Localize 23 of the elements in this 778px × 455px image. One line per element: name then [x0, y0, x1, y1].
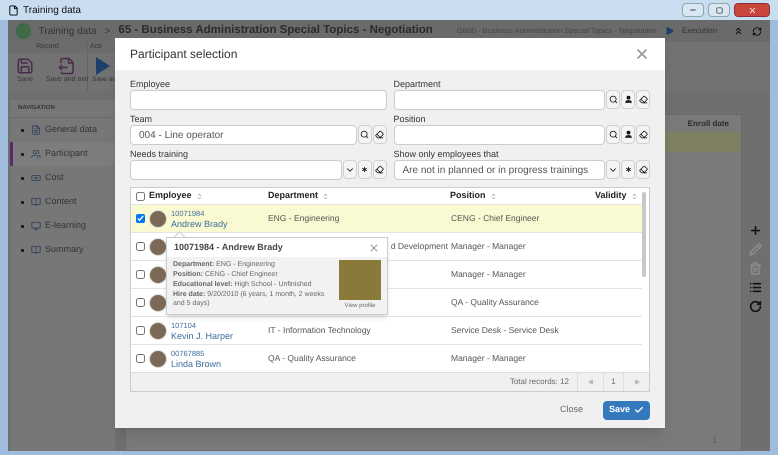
total-records: Total records: 12: [510, 376, 569, 388]
field-label: Employee: [130, 78, 172, 90]
dialog-title: Participant selection: [130, 46, 238, 63]
department-cell: QA - Quality Assurance: [268, 352, 356, 365]
window-title: Training data: [23, 4, 81, 18]
department-cell: IT - Information Technology: [268, 324, 371, 337]
field-label: Department: [394, 78, 442, 90]
position-cell: Manager - Manager: [451, 269, 526, 280]
status-label: Execution: [682, 25, 718, 37]
position-cell: CENG - Chief Engineer: [451, 213, 540, 224]
field-label: Needs training: [130, 148, 190, 160]
department-cell: ENG - Engineering: [268, 212, 340, 225]
field-label: Position: [394, 113, 427, 125]
position-cell: Manager - Manager: [451, 241, 526, 252]
page-title: 65 - Business Administration Special Topics - Negotiation: [118, 23, 433, 38]
breadcrumb-separator: >: [104, 24, 110, 38]
field-label: Show only employees that: [394, 148, 500, 160]
position-cell: QA - Quality Assurance: [451, 297, 539, 308]
department-cell: d Development: [390, 240, 448, 253]
field-label: Team: [130, 113, 154, 125]
position-cell: Service Desk - Service Desk: [451, 325, 559, 336]
popover-title: 10071984 - Andrew Brady: [174, 240, 283, 254]
position-cell: Manager - Manager: [451, 353, 526, 364]
